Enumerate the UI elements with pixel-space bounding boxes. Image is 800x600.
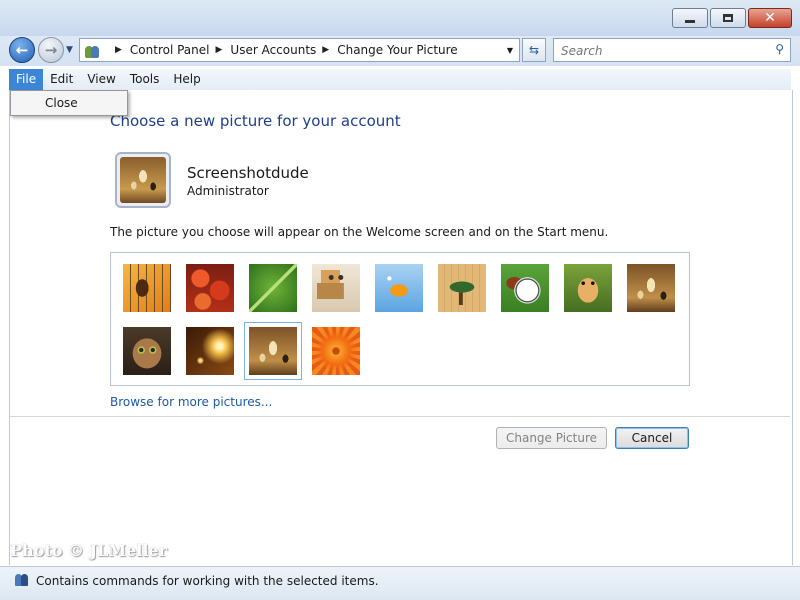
refresh-icon: ⇆	[528, 43, 540, 57]
back-button[interactable]: ←	[9, 37, 35, 63]
picture-dog[interactable]	[564, 264, 612, 312]
menu-item-close[interactable]: Close	[45, 96, 78, 110]
user-name: Screenshotdude	[187, 164, 309, 182]
picture-soccer-ball[interactable]	[501, 264, 549, 312]
status-text: Contains commands for working with the s…	[36, 574, 379, 588]
divider	[10, 416, 790, 417]
search-box[interactable]: ⚲	[553, 38, 791, 62]
breadcrumb-separator-icon[interactable]: ▶	[115, 45, 122, 55]
refresh-button[interactable]: ⇆	[522, 38, 546, 62]
back-arrow-icon: ←	[15, 41, 29, 59]
window-controls: ✕	[672, 8, 792, 28]
file-menu-dropdown: Close	[10, 90, 128, 116]
current-account-picture	[115, 152, 171, 208]
user-role: Administrator	[187, 184, 269, 198]
close-icon: ✕	[764, 10, 776, 26]
menu-edit[interactable]: Edit	[43, 69, 80, 90]
picture-guitar[interactable]	[123, 264, 171, 312]
menu-tools[interactable]: Tools	[123, 69, 167, 90]
picture-description: The picture you choose will appear on th…	[110, 225, 609, 239]
search-input[interactable]	[559, 40, 763, 62]
cancel-button[interactable]: Cancel	[615, 427, 689, 449]
navigation-bar: ← → ▼ ▶ Control Panel ▶ User Accounts ▶ …	[0, 36, 800, 66]
address-history-dropdown-icon[interactable]: ▼	[507, 46, 513, 55]
picture-fish[interactable]	[375, 264, 423, 312]
picture-starfish[interactable]	[186, 264, 234, 312]
picture-bonsai[interactable]	[438, 264, 486, 312]
picture-gallery	[110, 252, 690, 386]
maximize-icon	[723, 14, 733, 22]
breadcrumb-separator-icon[interactable]: ▶	[216, 45, 223, 55]
close-button[interactable]: ✕	[748, 8, 792, 28]
breadcrumb-change-your-picture[interactable]: Change Your Picture	[337, 43, 457, 57]
title-bar: ✕	[0, 0, 800, 36]
search-icon[interactable]: ⚲	[775, 42, 784, 56]
forward-button[interactable]: →	[38, 37, 64, 63]
breadcrumb-separator-icon[interactable]: ▶	[322, 45, 329, 55]
picture-chess-selected[interactable]	[244, 322, 302, 380]
menu-bar: File Edit View Tools Help	[9, 69, 791, 90]
breadcrumb-control-panel[interactable]: Control Panel	[130, 43, 210, 57]
minimize-button[interactable]	[672, 8, 708, 28]
change-picture-button[interactable]: Change Picture	[496, 427, 607, 449]
user-accounts-icon	[13, 573, 31, 587]
picture-chess[interactable]	[627, 264, 675, 312]
user-accounts-icon	[85, 42, 103, 58]
watermark-text: Photo © JLMeller	[10, 541, 168, 560]
address-bar[interactable]: ▶ Control Panel ▶ User Accounts ▶ Change…	[79, 38, 520, 62]
picture-kitten[interactable]	[123, 327, 171, 375]
maximize-button[interactable]	[710, 8, 746, 28]
minimize-icon	[685, 19, 695, 23]
picture-leaf[interactable]	[249, 264, 297, 312]
breadcrumb-user-accounts[interactable]: User Accounts	[230, 43, 316, 57]
forward-arrow-icon: →	[44, 41, 58, 59]
browse-more-pictures-link[interactable]: Browse for more pictures...	[110, 395, 272, 409]
menu-view[interactable]: View	[80, 69, 122, 90]
page-title: Choose a new picture for your account	[110, 112, 401, 130]
menu-help[interactable]: Help	[166, 69, 207, 90]
chess-pieces-picture	[120, 157, 166, 203]
picture-sparkles[interactable]	[186, 327, 234, 375]
status-bar: Contains commands for working with the s…	[0, 566, 800, 600]
menu-file[interactable]: File	[9, 69, 44, 90]
picture-robot[interactable]	[312, 264, 360, 312]
recent-pages-dropdown-icon[interactable]: ▼	[66, 45, 73, 55]
picture-flower[interactable]	[312, 327, 360, 375]
